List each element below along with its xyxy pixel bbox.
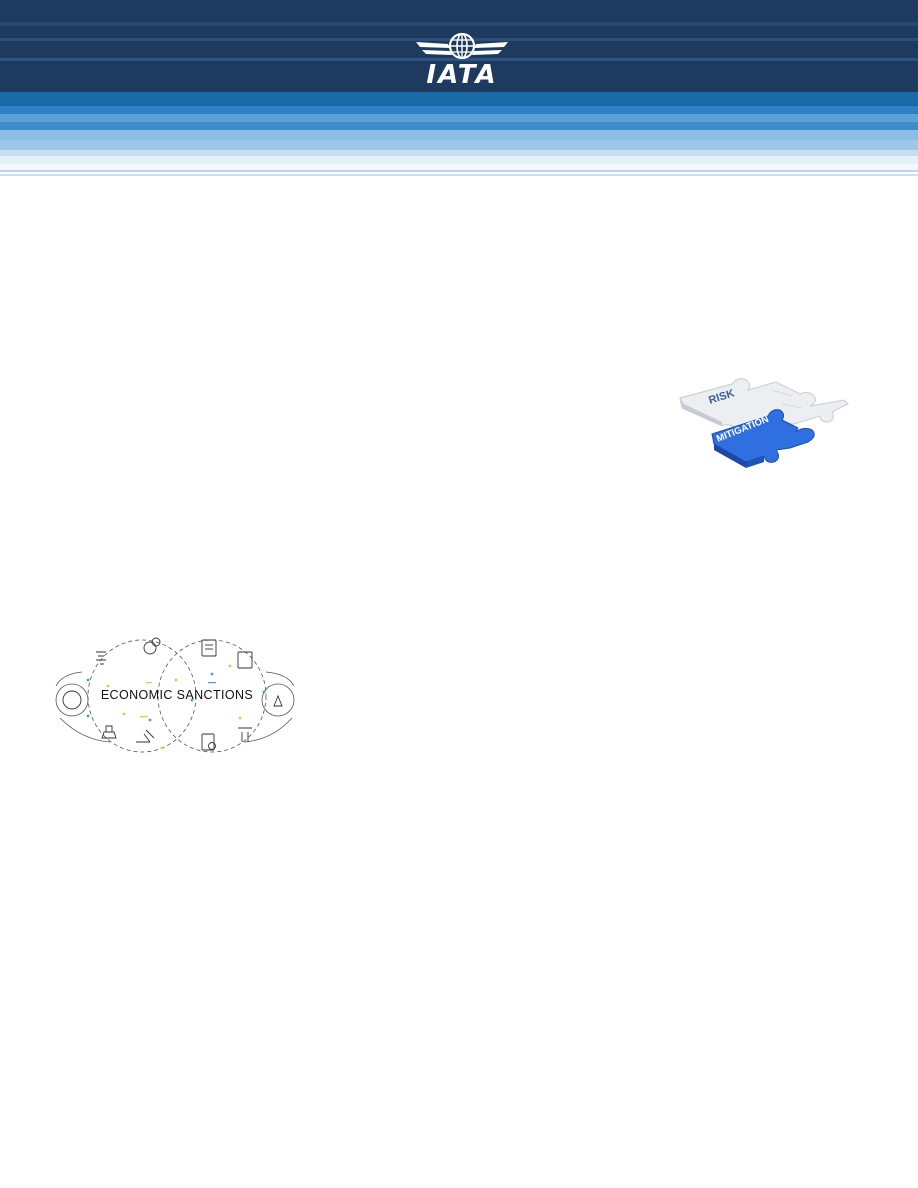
logo-text: IATA (426, 60, 498, 90)
header-stripe (0, 156, 918, 164)
header-stripe (0, 140, 918, 150)
gear-icon (143, 641, 157, 655)
chart-icon (96, 651, 106, 665)
header-stripe (0, 106, 918, 114)
clipboard-icon (201, 733, 215, 751)
header-stripe (0, 170, 918, 172)
header-stripe (0, 122, 918, 130)
document-icon (201, 639, 217, 657)
header-stripe (0, 114, 918, 122)
economic-sanctions-image: ECONOMIC SANCTIONS (52, 630, 302, 758)
iata-logo: IATA (412, 30, 512, 92)
sanctions-title: ECONOMIC SANCTIONS (100, 688, 254, 702)
header-stripe (0, 22, 918, 26)
notebook-icon (237, 651, 253, 669)
risk-mitigation-puzzle-image: RISK MITIGATION (672, 364, 850, 476)
header-stripe (0, 174, 918, 176)
header-stripe (0, 92, 918, 106)
gavel-icon (136, 729, 155, 743)
header-stripe (0, 130, 918, 140)
header-banner: IATA (0, 0, 918, 178)
